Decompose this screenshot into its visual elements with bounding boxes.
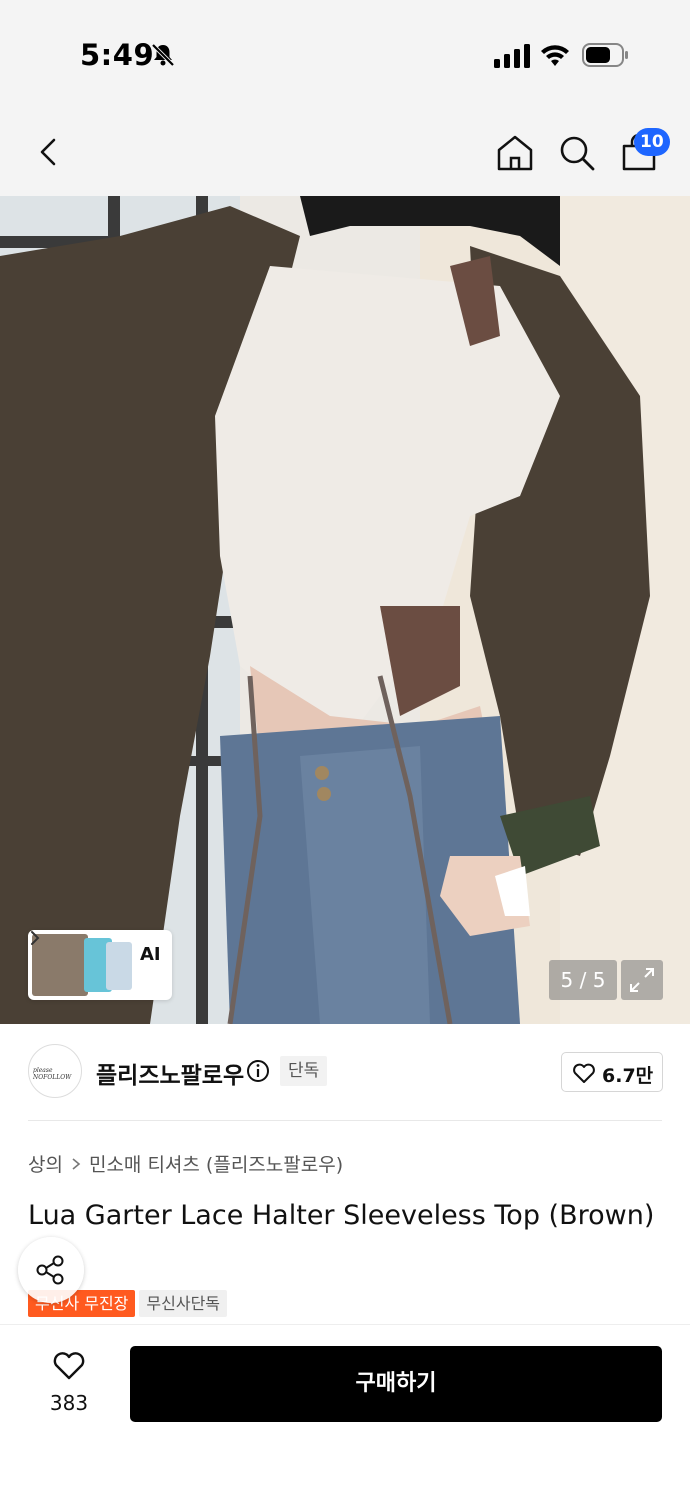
status-time: 5:49 bbox=[80, 38, 155, 72]
chevron-right-icon bbox=[72, 1158, 81, 1170]
brand-logo[interactable]: please NOFOLLOW bbox=[28, 1044, 82, 1098]
status-bar: 5:49 bbox=[0, 0, 690, 110]
share-icon bbox=[36, 1255, 64, 1285]
product-photo bbox=[0, 196, 690, 1024]
cart-count-badge: 10 bbox=[634, 128, 670, 156]
product-title: Lua Garter Lace Halter Sleeveless Top (B… bbox=[28, 1200, 655, 1231]
wifi-icon bbox=[541, 45, 569, 66]
brand-row: please NOFOLLOW 플리즈노팔로우 단독 6.7만 bbox=[0, 1024, 690, 1120]
breadcrumb: 상의 민소매 티셔츠 (플리즈노팔로우) bbox=[28, 1150, 343, 1177]
image-page-indicator: 5 / 5 bbox=[549, 960, 617, 1000]
ai-label: AI bbox=[140, 944, 161, 965]
breadcrumb-category[interactable]: 상의 bbox=[28, 1154, 63, 1176]
breadcrumb-subcategory[interactable]: 민소매 티셔츠 (플리즈노팔로우) bbox=[89, 1154, 343, 1176]
product-image[interactable]: AI 5 / 5 bbox=[0, 196, 690, 1024]
exclusive-tag: 무신사단독 bbox=[139, 1290, 228, 1317]
divider bbox=[28, 1120, 662, 1121]
wishlist-button[interactable]: 383 bbox=[40, 1347, 98, 1417]
battery-icon bbox=[582, 43, 628, 67]
buy-button[interactable]: 구매하기 bbox=[130, 1346, 662, 1422]
heart-icon bbox=[573, 1063, 595, 1083]
share-button[interactable] bbox=[18, 1237, 84, 1303]
home-icon[interactable] bbox=[494, 132, 536, 174]
expand-button[interactable] bbox=[621, 960, 663, 1000]
back-icon[interactable] bbox=[30, 132, 70, 172]
brand-name[interactable]: 플리즈노팔로우 bbox=[96, 1056, 244, 1090]
signal-icon bbox=[494, 44, 530, 68]
bottom-action-bar: 383 구매하기 bbox=[0, 1324, 690, 1500]
expand-icon bbox=[630, 968, 654, 992]
ai-similar-card[interactable]: AI bbox=[28, 930, 172, 1000]
brand-like-button[interactable]: 6.7만 bbox=[561, 1052, 663, 1092]
ai-thumbnail bbox=[106, 942, 132, 990]
top-nav bbox=[0, 110, 690, 196]
search-icon[interactable] bbox=[556, 132, 598, 174]
exclusive-badge: 단독 bbox=[280, 1056, 328, 1086]
info-icon[interactable] bbox=[246, 1059, 270, 1083]
brand-logo-text: please NOFOLLOW bbox=[33, 1067, 72, 1081]
bell-off-icon bbox=[151, 43, 175, 67]
chevron-right-icon bbox=[31, 931, 40, 945]
brand-like-count: 6.7만 bbox=[602, 1065, 654, 1087]
wishlist-count: 383 bbox=[49, 1391, 89, 1415]
heart-icon bbox=[53, 1352, 85, 1380]
